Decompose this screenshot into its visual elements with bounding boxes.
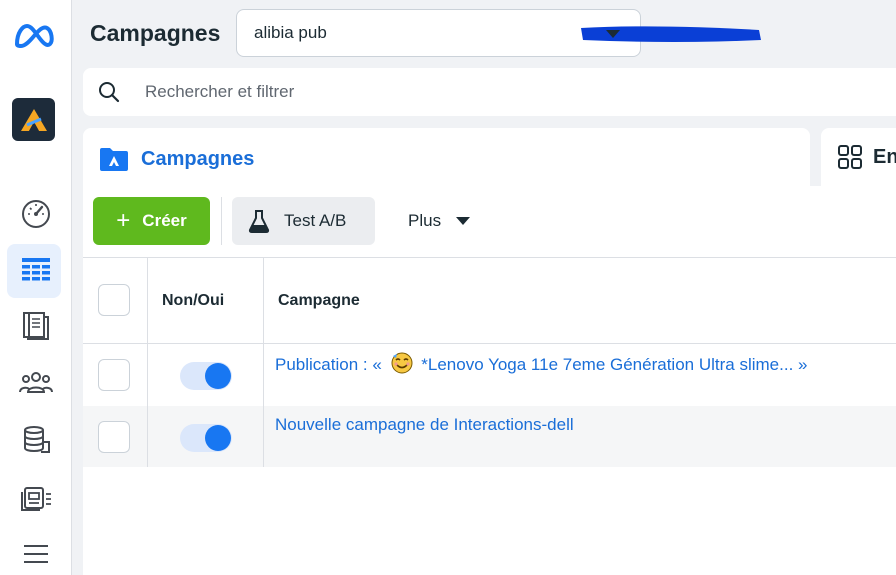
- campaign-toggle[interactable]: [180, 362, 232, 390]
- column-divider: [147, 257, 148, 467]
- column-header-campaign[interactable]: Campagne: [278, 292, 360, 310]
- table-divider: [83, 257, 896, 258]
- pages-icon: [23, 312, 49, 340]
- rail-item-menu[interactable]: [0, 528, 72, 575]
- more-dropdown[interactable]: Plus: [393, 197, 483, 245]
- row-checkbox[interactable]: [98, 359, 130, 391]
- rail-item-pages[interactable]: [0, 300, 72, 352]
- campaign-link[interactable]: Publication : « *Lenovo Yoga 11e 7eme Gé…: [275, 352, 807, 375]
- account-select-value: alibia pub: [254, 23, 327, 42]
- page-title: Campagnes: [90, 20, 221, 46]
- create-button[interactable]: + Créer: [93, 197, 210, 245]
- meta-logo-icon[interactable]: [13, 22, 55, 50]
- chevron-down-icon: [456, 217, 471, 225]
- search-input[interactable]: [145, 82, 645, 102]
- create-button-label: Créer: [142, 211, 187, 230]
- menu-icon: [24, 545, 48, 563]
- redaction-mark: [581, 26, 761, 42]
- rail-item-ads-library[interactable]: [0, 472, 72, 524]
- folder-icon: [100, 148, 128, 171]
- search-icon: [99, 82, 120, 103]
- campaign-link-text: *Lenovo Yoga 11e 7eme Génération Ultra s…: [421, 355, 808, 374]
- account-avatar[interactable]: [12, 98, 55, 141]
- more-label: Plus: [408, 211, 442, 230]
- campaign-link[interactable]: Nouvelle campagne de Interactions-dell: [275, 415, 574, 435]
- plus-icon: +: [116, 207, 131, 234]
- tab-campaigns-label: Campagnes: [141, 147, 255, 170]
- campaign-link-prefix: Publication : «: [275, 355, 382, 374]
- rail-item-audiences[interactable]: [0, 356, 72, 408]
- ab-test-button[interactable]: Test A/B: [232, 197, 375, 245]
- row-checkbox[interactable]: [98, 421, 130, 453]
- dashboard-gauge-icon: [22, 200, 50, 228]
- tab-campaigns[interactable]: Campagnes: [83, 128, 810, 190]
- column-divider: [263, 257, 264, 467]
- billing-stack-icon: [24, 426, 50, 453]
- account-select[interactable]: alibia pub: [236, 9, 761, 57]
- campaign-toggle[interactable]: [180, 424, 232, 452]
- grid-icon: [838, 145, 862, 169]
- account-logo-icon: [20, 108, 47, 131]
- toggle-knob: [205, 425, 231, 451]
- column-header-toggle[interactable]: Non/Oui: [162, 292, 224, 310]
- smiling-face-emoji-icon: [391, 352, 413, 374]
- campaigns-table-icon: [22, 258, 50, 281]
- rail-item-campaigns[interactable]: [0, 244, 72, 298]
- rail-item-billing[interactable]: [0, 414, 72, 466]
- tab-adsets[interactable]: En: [821, 128, 896, 186]
- campaigns-panel: + Créer Test A/B Plus Non/Oui Campagne P…: [83, 186, 896, 575]
- toggle-knob: [205, 363, 231, 389]
- left-rail: [0, 0, 72, 575]
- chevron-down-icon: [606, 30, 620, 38]
- toolbar-divider: [221, 197, 222, 245]
- tab-adsets-label: En: [873, 145, 896, 168]
- flask-icon: [248, 210, 270, 233]
- table-divider: [83, 343, 896, 344]
- select-all-checkbox[interactable]: [98, 284, 130, 316]
- ads-library-icon: [21, 487, 51, 511]
- campaign-link-text: Nouvelle campagne de Interactions-dell: [275, 415, 574, 434]
- ab-test-label: Test A/B: [284, 211, 347, 230]
- audiences-icon: [19, 372, 53, 393]
- search-bar[interactable]: [83, 68, 896, 116]
- rail-item-overview[interactable]: [0, 188, 72, 240]
